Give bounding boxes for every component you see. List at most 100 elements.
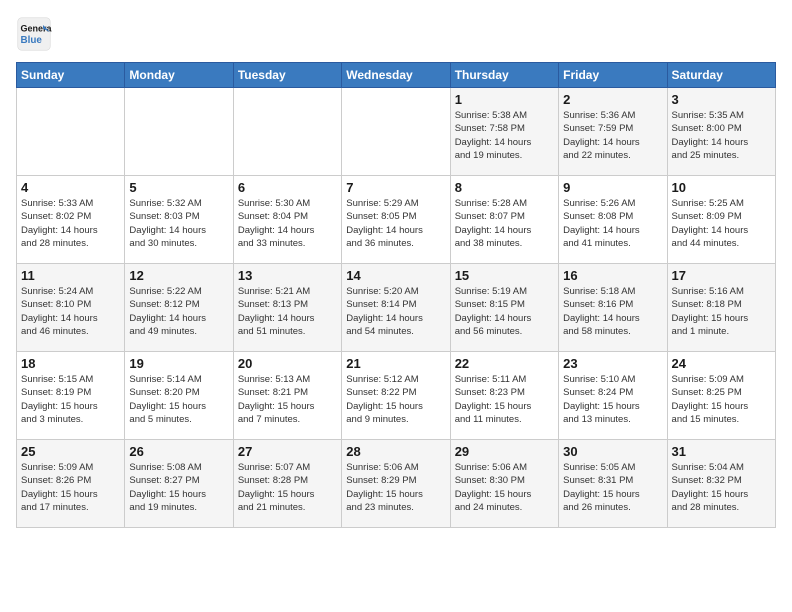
calendar-cell: 12 Sunrise: 5:22 AM Sunset: 8:12 PM Dayli… [125,264,233,352]
calendar-cell: 8 Sunrise: 5:28 AM Sunset: 8:07 PM Daylig… [450,176,558,264]
calendar-cell: 23 Sunrise: 5:10 AM Sunset: 8:24 PM Dayli… [559,352,667,440]
day-content: Sunrise: 5:38 AM Sunset: 7:58 PM Dayligh… [455,109,554,162]
day-content: Sunrise: 5:06 AM Sunset: 8:29 PM Dayligh… [346,461,445,514]
calendar-cell: 17 Sunrise: 5:16 AM Sunset: 8:18 PM Dayli… [667,264,775,352]
calendar-cell: 26 Sunrise: 5:08 AM Sunset: 8:27 PM Dayli… [125,440,233,528]
calendar-cell: 18 Sunrise: 5:15 AM Sunset: 8:19 PM Dayli… [17,352,125,440]
day-content: Sunrise: 5:06 AM Sunset: 8:30 PM Dayligh… [455,461,554,514]
day-number: 26 [129,444,228,459]
day-content: Sunrise: 5:15 AM Sunset: 8:19 PM Dayligh… [21,373,120,426]
day-content: Sunrise: 5:09 AM Sunset: 8:26 PM Dayligh… [21,461,120,514]
calendar-cell: 31Sunrise: 5:04 AM Sunset: 8:32 PM Dayli… [667,440,775,528]
day-number: 21 [346,356,445,371]
calendar-cell: 30 Sunrise: 5:05 AM Sunset: 8:31 PM Dayli… [559,440,667,528]
svg-text:General: General [21,23,53,33]
day-number: 28 [346,444,445,459]
calendar-cell: 9 Sunrise: 5:26 AM Sunset: 8:08 PM Daylig… [559,176,667,264]
day-content: Sunrise: 5:08 AM Sunset: 8:27 PM Dayligh… [129,461,228,514]
day-content: Sunrise: 5:13 AM Sunset: 8:21 PM Dayligh… [238,373,337,426]
calendar-cell [17,88,125,176]
calendar-cell: 11 Sunrise: 5:24 AM Sunset: 8:10 PM Dayli… [17,264,125,352]
calendar-cell: 5 Sunrise: 5:32 AM Sunset: 8:03 PM Daylig… [125,176,233,264]
calendar-cell: 10Sunrise: 5:25 AM Sunset: 8:09 PM Dayli… [667,176,775,264]
day-content: Sunrise: 5:12 AM Sunset: 8:22 PM Dayligh… [346,373,445,426]
calendar-cell: 6 Sunrise: 5:30 AM Sunset: 8:04 PM Daylig… [233,176,341,264]
day-number: 2 [563,92,662,107]
day-number: 25 [21,444,120,459]
day-content: Sunrise: 5:21 AM Sunset: 8:13 PM Dayligh… [238,285,337,338]
day-number: 12 [129,268,228,283]
calendar-cell: 19 Sunrise: 5:14 AM Sunset: 8:20 PM Dayli… [125,352,233,440]
calendar-cell: 20 Sunrise: 5:13 AM Sunset: 8:21 PM Dayli… [233,352,341,440]
day-header-tuesday: Tuesday [233,63,341,88]
header-row: SundayMondayTuesdayWednesdayThursdayFrid… [17,63,776,88]
day-number: 29 [455,444,554,459]
logo: General Blue [16,16,52,52]
day-content: Sunrise: 5:07 AM Sunset: 8:28 PM Dayligh… [238,461,337,514]
day-content: Sunrise: 5:29 AM Sunset: 8:05 PM Dayligh… [346,197,445,250]
day-content: Sunrise: 5:24 AM Sunset: 8:10 PM Dayligh… [21,285,120,338]
calendar-cell [125,88,233,176]
day-content: Sunrise: 5:22 AM Sunset: 8:12 PM Dayligh… [129,285,228,338]
day-number: 24 [672,356,771,371]
day-content: Sunrise: 5:05 AM Sunset: 8:31 PM Dayligh… [563,461,662,514]
day-number: 17 [672,268,771,283]
svg-text:Blue: Blue [21,35,43,46]
day-header-friday: Friday [559,63,667,88]
day-content: Sunrise: 5:14 AM Sunset: 8:20 PM Dayligh… [129,373,228,426]
week-row-3: 11 Sunrise: 5:24 AM Sunset: 8:10 PM Dayli… [17,264,776,352]
day-content: Sunrise: 5:11 AM Sunset: 8:23 PM Dayligh… [455,373,554,426]
day-number: 22 [455,356,554,371]
calendar-cell: 21 Sunrise: 5:12 AM Sunset: 8:22 PM Dayli… [342,352,450,440]
day-number: 9 [563,180,662,195]
day-header-sunday: Sunday [17,63,125,88]
week-row-5: 25 Sunrise: 5:09 AM Sunset: 8:26 PM Dayli… [17,440,776,528]
day-number: 4 [21,180,120,195]
day-content: Sunrise: 5:26 AM Sunset: 8:08 PM Dayligh… [563,197,662,250]
calendar-cell: 27 Sunrise: 5:07 AM Sunset: 8:28 PM Dayli… [233,440,341,528]
day-number: 6 [238,180,337,195]
calendar-cell: 16Sunrise: 5:18 AM Sunset: 8:16 PM Dayli… [559,264,667,352]
day-content: Sunrise: 5:10 AM Sunset: 8:24 PM Dayligh… [563,373,662,426]
day-number: 19 [129,356,228,371]
day-number: 7 [346,180,445,195]
calendar-cell: 29 Sunrise: 5:06 AM Sunset: 8:30 PM Dayli… [450,440,558,528]
calendar-table: SundayMondayTuesdayWednesdayThursdayFrid… [16,62,776,528]
day-number: 16 [563,268,662,283]
day-number: 20 [238,356,337,371]
day-number: 27 [238,444,337,459]
calendar-cell: 28 Sunrise: 5:06 AM Sunset: 8:29 PM Dayli… [342,440,450,528]
day-number: 8 [455,180,554,195]
day-content: Sunrise: 5:32 AM Sunset: 8:03 PM Dayligh… [129,197,228,250]
day-content: Sunrise: 5:30 AM Sunset: 8:04 PM Dayligh… [238,197,337,250]
calendar-cell: 13Sunrise: 5:21 AM Sunset: 8:13 PM Dayli… [233,264,341,352]
day-content: Sunrise: 5:09 AM Sunset: 8:25 PM Dayligh… [672,373,771,426]
day-content: Sunrise: 5:33 AM Sunset: 8:02 PM Dayligh… [21,197,120,250]
day-content: Sunrise: 5:04 AM Sunset: 8:32 PM Dayligh… [672,461,771,514]
day-number: 15 [455,268,554,283]
day-content: Sunrise: 5:20 AM Sunset: 8:14 PM Dayligh… [346,285,445,338]
day-header-saturday: Saturday [667,63,775,88]
header: General Blue [16,16,776,52]
day-content: Sunrise: 5:19 AM Sunset: 8:15 PM Dayligh… [455,285,554,338]
day-number: 30 [563,444,662,459]
calendar-cell: 24 Sunrise: 5:09 AM Sunset: 8:25 PM Dayli… [667,352,775,440]
week-row-2: 4 Sunrise: 5:33 AM Sunset: 8:02 PM Daylig… [17,176,776,264]
day-number: 11 [21,268,120,283]
day-number: 23 [563,356,662,371]
day-content: Sunrise: 5:28 AM Sunset: 8:07 PM Dayligh… [455,197,554,250]
calendar-cell: 2 Sunrise: 5:36 AM Sunset: 7:59 PM Daylig… [559,88,667,176]
calendar-cell: 1Sunrise: 5:38 AM Sunset: 7:58 PM Daylig… [450,88,558,176]
day-content: Sunrise: 5:25 AM Sunset: 8:09 PM Dayligh… [672,197,771,250]
day-content: Sunrise: 5:16 AM Sunset: 8:18 PM Dayligh… [672,285,771,338]
day-number: 18 [21,356,120,371]
calendar-header: SundayMondayTuesdayWednesdayThursdayFrid… [17,63,776,88]
day-content: Sunrise: 5:36 AM Sunset: 7:59 PM Dayligh… [563,109,662,162]
day-number: 3 [672,92,771,107]
logo-icon: General Blue [16,16,52,52]
day-header-wednesday: Wednesday [342,63,450,88]
day-number: 5 [129,180,228,195]
calendar-cell: 22 Sunrise: 5:11 AM Sunset: 8:23 PM Dayli… [450,352,558,440]
day-header-monday: Monday [125,63,233,88]
calendar-cell [342,88,450,176]
